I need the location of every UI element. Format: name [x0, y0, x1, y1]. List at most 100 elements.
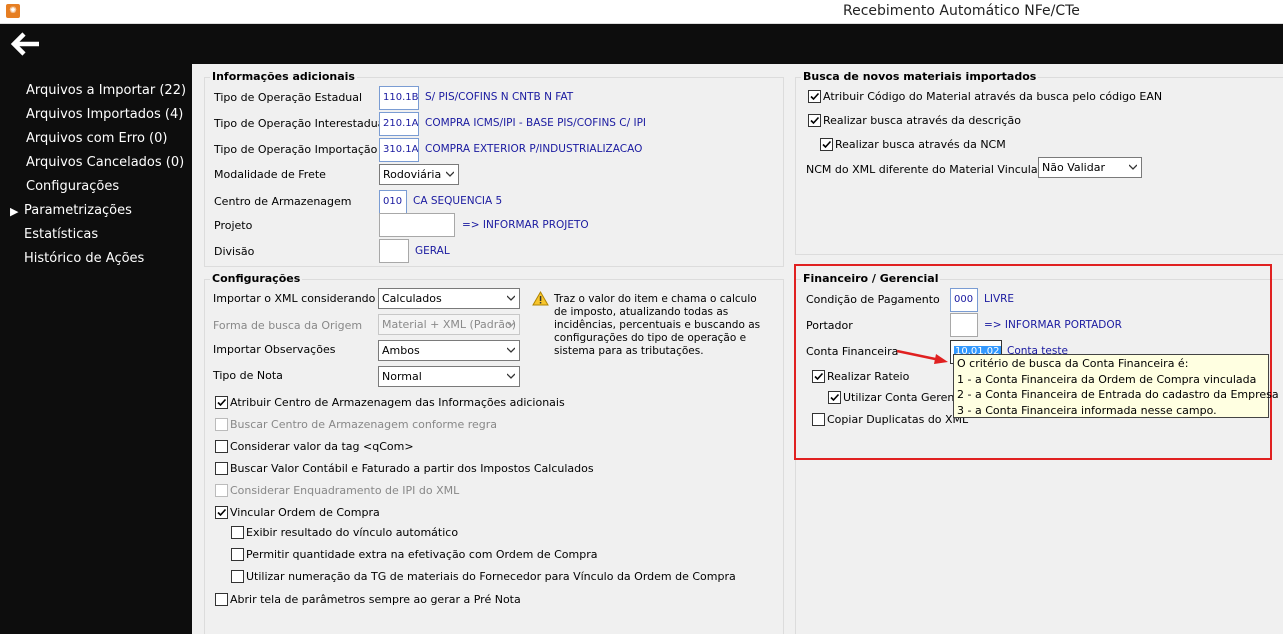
check-icon — [810, 92, 820, 101]
forma-busca-value: Material + XML (Padrão) — [382, 318, 516, 331]
back-arrow-icon[interactable] — [10, 30, 42, 58]
tooltip-line: 3 - a Conta Financeira informada nesse c… — [957, 403, 1217, 417]
checkbox-label: Realizar busca através da NCM — [835, 138, 1006, 151]
divisao-input[interactable] — [379, 239, 409, 263]
checkbox[interactable] — [215, 593, 228, 606]
tipo-interestadual-desc: COMPRA ICMS/IPI - BASE PIS/COFINS C/ IPI — [425, 117, 647, 129]
nav-arquivos-com-erro[interactable]: Arquivos com Erro (0) — [26, 131, 167, 146]
config-group-title: Configurações — [210, 272, 303, 285]
importar-xml-select[interactable]: Calculados — [378, 288, 520, 309]
title-bar: ✺ Recebimento Automático NFe/CTe — [0, 0, 1283, 24]
tipo-importacao-label: Tipo de Operação Importação — [214, 143, 378, 156]
chk-quantidade-extra[interactable]: Permitir quantidade extra na efetivação … — [231, 548, 597, 561]
chk-buscar-centro-regra[interactable]: Buscar Centro de Armazenagem conforme re… — [215, 418, 497, 431]
projeto-label: Projeto — [214, 219, 253, 232]
chevron-down-icon — [507, 347, 515, 353]
chk-atribuir-ean[interactable]: Atribuir Código do Material através da b… — [808, 90, 1162, 103]
chk-buscar-valor-contabil[interactable]: Buscar Valor Contábil e Faturado a parti… — [215, 462, 594, 475]
nav-active-arrow-icon: ▶ — [10, 205, 19, 218]
divisao-label: Divisão — [214, 245, 255, 258]
chk-considerar-qcom[interactable]: Considerar valor da tag <qCom> — [215, 440, 414, 453]
checkbox[interactable] — [215, 418, 228, 431]
warning-note: Traz o valor do item e chama o calculo d… — [554, 293, 761, 357]
ncm-label: NCM do XML diferente do Material Vincula… — [806, 163, 1052, 176]
tipo-estadual-code-input[interactable]: 110.1B — [379, 86, 419, 110]
chk-vincular-ordem[interactable]: Vincular Ordem de Compra — [215, 506, 380, 519]
importar-obs-label: Importar Observações — [213, 343, 336, 356]
tipo-importacao-code-input[interactable]: 310.1A — [379, 138, 419, 162]
forma-busca-select[interactable]: Material + XML (Padrão) — [378, 314, 520, 335]
centro-armazenagem-desc: CA SEQUENCIA 5 — [413, 195, 503, 207]
chk-enquadramento-ipi[interactable]: Considerar Enquadramento de IPI do XML — [215, 484, 459, 497]
tooltip-line: 1 - a Conta Financeira da Ordem de Compr… — [957, 372, 1257, 386]
checkbox[interactable] — [215, 462, 228, 475]
checkbox-label: Atribuir Centro de Armazenagem das Infor… — [230, 396, 565, 409]
sidebar: Arquivos a Importar (22) Arquivos Import… — [0, 64, 192, 634]
checkbox-label: Buscar Centro de Armazenagem conforme re… — [230, 418, 498, 431]
checkbox-label: Atribuir Código do Material através da b… — [823, 90, 1163, 103]
nav-arquivos-a-importar[interactable]: Arquivos a Importar (22) — [26, 83, 186, 98]
importar-xml-value: Calculados — [382, 292, 442, 305]
tipo-importacao-desc: COMPRA EXTERIOR P/INDUSTRIALIZACAO — [425, 143, 643, 155]
check-icon — [217, 398, 227, 407]
warning-icon — [532, 291, 549, 306]
chk-abrir-tela-parametros[interactable]: Abrir tela de parâmetros sempre ao gerar… — [215, 593, 521, 606]
tooltip-line: O critério de busca da Conta Financeira … — [957, 357, 1189, 370]
nav-arquivos-cancelados[interactable]: Arquivos Cancelados (0) — [26, 155, 184, 170]
checkbox[interactable] — [231, 570, 244, 583]
centro-armazenagem-code-input[interactable]: 010 — [379, 190, 407, 214]
nav-estatisticas[interactable]: Estatísticas — [24, 227, 98, 242]
chevron-down-icon — [446, 171, 454, 177]
forma-busca-label: Forma de busca da Origem — [213, 319, 363, 332]
nav-configuracoes[interactable]: Configurações — [26, 179, 119, 194]
chk-numeracao-tg[interactable]: Utilizar numeração da TG de materiais do… — [231, 570, 736, 583]
checkbox[interactable] — [215, 484, 228, 497]
checkbox-label: Abrir tela de parâmetros sempre ao gerar… — [230, 593, 521, 606]
chk-atribuir-centro[interactable]: Atribuir Centro de Armazenagem das Infor… — [215, 396, 565, 409]
modalidade-frete-select[interactable]: Rodoviária — [379, 164, 459, 185]
projeto-input[interactable] — [379, 213, 455, 237]
checkbox[interactable] — [820, 138, 833, 151]
check-icon — [810, 116, 820, 125]
checkbox-label: Vincular Ordem de Compra — [230, 506, 380, 519]
conta-financeira-tooltip: O critério de busca da Conta Financeira … — [953, 354, 1279, 418]
checkbox[interactable] — [215, 396, 228, 409]
modalidade-frete-label: Modalidade de Frete — [214, 168, 326, 181]
checkbox-label: Permitir quantidade extra na efetivação … — [246, 548, 598, 561]
tipo-estadual-desc: S/ PIS/COFINS N CNTB N FAT — [425, 91, 574, 103]
nav-historico-de-acoes[interactable]: Histórico de Ações — [24, 251, 144, 266]
tipo-nota-label: Tipo de Nota — [213, 369, 283, 382]
chevron-down-icon — [507, 321, 515, 327]
divisao-desc: GERAL — [415, 245, 450, 257]
importar-obs-select[interactable]: Ambos — [378, 340, 520, 361]
tipo-nota-select[interactable]: Normal — [378, 366, 520, 387]
chk-busca-descricao[interactable]: Realizar busca através da descrição — [808, 114, 1021, 127]
tipo-interestadual-label: Tipo de Operação Interestadual — [214, 117, 388, 130]
chk-exibir-resultado[interactable]: Exibir resultado do vínculo automático — [231, 526, 458, 539]
tooltip-line: 2 - a Conta Financeira de Entrada do cad… — [957, 388, 1279, 401]
nav-parametrizacoes[interactable]: Parametrizações — [24, 203, 132, 218]
checkbox[interactable] — [808, 90, 821, 103]
checkbox-label: Considerar Enquadramento de IPI do XML — [230, 484, 460, 497]
ncm-value: Não Validar — [1042, 161, 1105, 174]
chevron-down-icon — [1129, 164, 1137, 170]
check-icon — [217, 508, 227, 517]
checkbox-label: Buscar Valor Contábil e Faturado a parti… — [230, 462, 594, 475]
tipo-interestadual-code-input[interactable]: 210.1A — [379, 112, 419, 136]
checkbox[interactable] — [808, 114, 821, 127]
checkbox[interactable] — [215, 506, 228, 519]
check-icon — [822, 140, 832, 149]
checkbox[interactable] — [215, 440, 228, 453]
app-icon: ✺ — [6, 4, 20, 18]
importar-xml-label: Importar o XML considerando — [213, 292, 376, 305]
chk-busca-ncm[interactable]: Realizar busca através da NCM — [820, 138, 1006, 151]
checkbox-label: Considerar valor da tag <qCom> — [230, 440, 414, 453]
checkbox[interactable] — [231, 548, 244, 561]
checkbox[interactable] — [231, 526, 244, 539]
nav-arquivos-importados[interactable]: Arquivos Importados (4) — [26, 107, 183, 122]
centro-armazenagem-label: Centro de Armazenagem — [214, 195, 352, 208]
checkbox-label: Exibir resultado do vínculo automático — [246, 526, 459, 539]
top-bar — [0, 24, 1283, 64]
ncm-select[interactable]: Não Validar — [1038, 157, 1142, 178]
importar-obs-value: Ambos — [382, 344, 420, 357]
